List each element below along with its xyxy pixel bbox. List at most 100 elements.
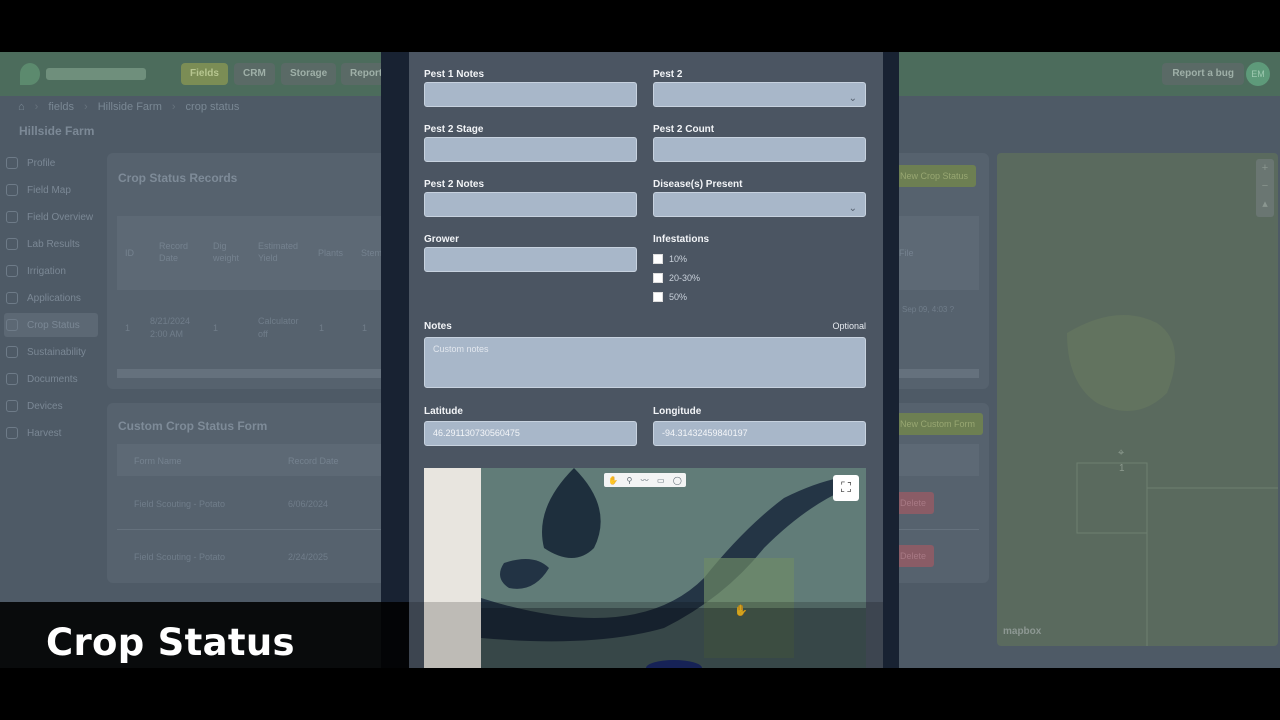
infestation-20-30-checkbox[interactable] [653,273,663,283]
nav-storage[interactable]: Storage [281,63,337,85]
custom-forms-title: Custom Crop Status Form [118,419,268,433]
sidebar-item-field-map[interactable]: Field Map [4,178,98,202]
cell-id: 1 [125,323,131,333]
cell-yield-2: off [258,329,268,339]
notes-label: Notes [424,321,452,332]
col-record-date: Record Date [159,241,189,263]
sidebar: Profile Field Map Field Overview Lab Res… [0,148,100,668]
new-custom-form-button[interactable]: New Custom Form [892,413,984,435]
device-icon [6,400,18,412]
home-icon[interactable]: ⌂ [18,101,25,113]
crumb-farm[interactable]: Hillside Farm [98,101,162,113]
report-bug-button[interactable]: Report a bug [1162,63,1244,85]
col-form-name: Form Name [134,456,182,466]
longitude-input[interactable]: -94.31432459840197 [653,421,866,446]
mapbox-attribution: mapbox [1003,626,1042,637]
cell-yield-1: Calculator [258,316,299,326]
chevron-down-icon: ⌄ [848,203,857,214]
avatar[interactable]: EM [1246,62,1270,86]
infestation-50-option[interactable]: 50% [653,291,687,303]
col-estimated-yield: Estimated Yield [258,241,299,263]
field-map[interactable]: + − ▴ ⌖ 1 mapbox [997,153,1278,646]
breadcrumb: ⌂ › fields › Hillside Farm › crop status [18,101,240,113]
nav-fields[interactable]: Fields [181,63,228,85]
marker-icon[interactable]: ⚲ [626,476,632,485]
sidebar-item-harvest[interactable]: Harvest [4,421,98,445]
pest2-notes-input[interactable] [424,192,637,217]
grower-label: Grower [424,234,460,245]
zoom-controls[interactable]: + − ▴ [1256,159,1274,217]
notes-textarea[interactable]: Custom notes [424,337,866,388]
infestation-10-checkbox[interactable] [653,254,663,264]
latitude-input[interactable]: 46.291130730560475 [424,421,637,446]
sidebar-item-devices[interactable]: Devices [4,394,98,418]
map-pin-label: 1 [1119,463,1125,474]
infestations-label: Infestations [653,234,710,245]
col-stems: Stem [361,248,383,258]
pan-hand-icon[interactable]: ✋ [608,476,618,485]
cell-dig-weight: 1 [213,323,219,333]
app-logo[interactable] [20,63,160,85]
cell-plants: 1 [319,323,325,333]
chevron-down-icon: ⌄ [848,93,857,104]
disease-label: Disease(s) Present [653,179,743,190]
crop-status-modal: Pest 1 Notes Pest 2 ⌄ Pest 2 Stage Pest … [409,52,883,668]
pest2-notes-label: Pest 2 Notes [424,179,485,190]
crumb-fields[interactable]: fields [48,101,74,113]
circle-icon[interactable]: ◯ [673,476,682,485]
irrigation-icon [6,265,18,277]
infestation-20-30-option[interactable]: 20-30% [653,272,700,284]
profile-icon [6,157,18,169]
sidebar-item-crop-status[interactable]: Crop Status [4,313,98,337]
pest2-select[interactable]: ⌄ [653,82,866,107]
sidebar-item-field-overview[interactable]: Field Overview [4,205,98,229]
nav-crm[interactable]: CRM [234,63,275,85]
fullscreen-icon[interactable]: ⛶ [833,475,859,501]
screen: Fields CRM Storage Reports Report a bug … [0,52,1280,668]
video-caption: Crop Status [46,621,295,664]
infestation-10-option[interactable]: 10% [653,253,687,265]
draw-toolbar: ✋ ⚲ 〰 ▭ ◯ [604,473,686,487]
table-icon [6,211,18,223]
map-pin-icon[interactable]: ⌖ [1118,447,1124,460]
form-row-1-date: 6/06/2024 [288,499,329,509]
pest2-count-input[interactable] [653,137,866,162]
form-row-1-name[interactable]: Field Scouting - Potato [134,498,225,510]
pest2-count-label: Pest 2 Count [653,124,715,135]
pest1-notes-input[interactable] [424,82,637,107]
field-boundaries [1067,315,1278,646]
cell-date-1: 8/21/2024 [150,316,191,326]
sidebar-item-documents[interactable]: Documents [4,367,98,391]
polyline-icon[interactable]: 〰 [641,475,649,486]
sidebar-item-irrigation[interactable]: Irrigation [4,259,98,283]
cell-date-2: 2:00 AM [150,329,184,339]
rectangle-icon[interactable]: ▭ [657,476,665,485]
pest2-stage-input[interactable] [424,137,637,162]
applications-icon [6,292,18,304]
form-row-2-name[interactable]: Field Scouting - Potato [134,551,225,563]
records-title: Crop Status Records [118,171,238,185]
sidebar-item-sustainability[interactable]: Sustainability [4,340,98,364]
sidebar-item-lab-results[interactable]: Lab Results [4,232,98,256]
sidebar-item-applications[interactable]: Applications [4,286,98,310]
pest1-notes-label: Pest 1 Notes [424,69,485,80]
flask-icon [6,238,18,250]
crumb-current: crop status [185,101,240,113]
new-crop-status-button[interactable]: New Crop Status [892,165,977,187]
notes-optional-hint: Optional [832,321,866,331]
grower-input[interactable] [424,247,637,272]
pest2-stage-label: Pest 2 Stage [424,124,484,135]
form-row-2-date: 2/24/2025 [288,552,329,562]
col-form-date: Record Date [288,456,339,466]
infestation-50-checkbox[interactable] [653,292,663,302]
col-plants: Plants [318,248,344,258]
longitude-label: Longitude [653,406,702,417]
caption-band-fade [409,602,883,668]
folder-icon [6,373,18,385]
latitude-label: Latitude [424,406,463,417]
pest2-label: Pest 2 [653,69,683,80]
col-file: File [899,248,914,258]
disease-select[interactable]: ⌄ [653,192,866,217]
sidebar-item-profile[interactable]: Profile [4,151,98,175]
col-dig-weight: Dig weight [213,241,240,263]
